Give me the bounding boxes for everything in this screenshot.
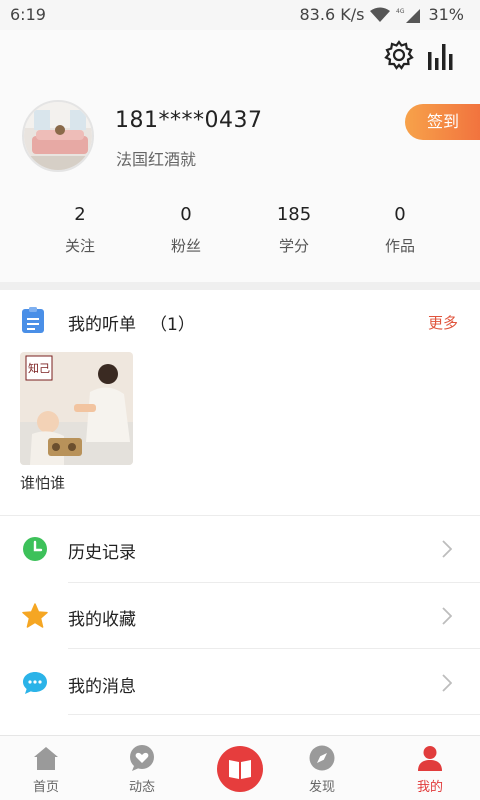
- divider: [68, 714, 480, 715]
- menu-label: 历史记录: [68, 543, 136, 563]
- more-link[interactable]: 更多: [428, 312, 458, 333]
- network-speed: 83.6 K/s: [299, 5, 365, 24]
- album-thumb-logo: 知己: [28, 361, 50, 375]
- compass-icon: [309, 745, 335, 771]
- network-type-label: 4G: [396, 8, 405, 15]
- tab-label: 动态: [128, 780, 155, 795]
- playlist-title: 我的听单: [68, 315, 136, 335]
- stat-label: 关注: [64, 237, 95, 255]
- menu-favorites[interactable]: 我的收藏: [0, 583, 480, 649]
- stats-button[interactable]: [426, 42, 456, 70]
- album-card[interactable]: 知己: [20, 352, 133, 465]
- user-phone: 181****0437: [115, 108, 263, 133]
- chevron-right-icon: [442, 674, 452, 692]
- settings-button[interactable]: [384, 40, 414, 70]
- stat-value: 2: [74, 204, 86, 225]
- divider: [68, 648, 480, 649]
- tab-home[interactable]: 首页: [6, 736, 86, 800]
- user-icon: [418, 746, 442, 771]
- menu-history[interactable]: 历史记录: [0, 516, 480, 582]
- tab-feed[interactable]: 动态: [102, 736, 182, 800]
- tab-me[interactable]: 我的: [390, 736, 470, 800]
- tab-discover[interactable]: 发现: [282, 736, 362, 800]
- clock-icon: [23, 537, 47, 561]
- book-icon: [229, 760, 251, 779]
- menu-label: 我的收藏: [68, 610, 136, 630]
- stat-followers[interactable]: 0 粉丝: [146, 204, 226, 256]
- gear-icon: [384, 40, 414, 70]
- avatar[interactable]: [22, 100, 94, 172]
- bar-chart-icon: [428, 44, 453, 70]
- stat-value: 0: [180, 204, 192, 225]
- signal-icon: 4G: [396, 7, 422, 23]
- stat-following[interactable]: 2 关注: [40, 204, 120, 256]
- stat-credits[interactable]: 185 学分: [254, 204, 334, 256]
- stat-label: 作品: [384, 237, 415, 255]
- wifi-icon: [370, 7, 391, 23]
- menu-label: 我的消息: [68, 677, 136, 697]
- heart-bubble-icon: [130, 745, 154, 771]
- status-bar: 6:19 83.6 K/s 4G 31%: [0, 0, 480, 30]
- album-name: 谁怕谁: [20, 474, 66, 492]
- chevron-right-icon: [442, 607, 452, 625]
- status-time: 6:19: [10, 5, 46, 24]
- battery-level: 31%: [428, 5, 464, 24]
- section-divider: [0, 282, 480, 290]
- menu-messages[interactable]: 我的消息: [0, 650, 480, 716]
- user-nickname: 法国红酒就: [116, 150, 197, 169]
- stat-works[interactable]: 0 作品: [360, 204, 440, 256]
- checkin-button[interactable]: 签到: [405, 104, 480, 140]
- stat-value: 185: [276, 204, 312, 225]
- stat-value: 0: [394, 204, 406, 225]
- chevron-right-icon: [442, 540, 452, 558]
- star-icon: [22, 603, 48, 628]
- playlist-count: （1）: [150, 315, 195, 335]
- stat-label: 粉丝: [170, 237, 201, 255]
- playlist-header: 我的听单 （1） 更多: [0, 290, 480, 350]
- status-right: 83.6 K/s 4G 31%: [300, 5, 465, 24]
- tab-label: 首页: [32, 780, 59, 795]
- tab-player[interactable]: [217, 746, 263, 792]
- document-icon: [22, 307, 44, 333]
- stat-label: 学分: [278, 237, 309, 255]
- tab-label: 我的: [416, 780, 443, 795]
- tab-label: 发现: [308, 780, 335, 795]
- chat-icon: [23, 672, 47, 694]
- home-icon: [34, 747, 58, 770]
